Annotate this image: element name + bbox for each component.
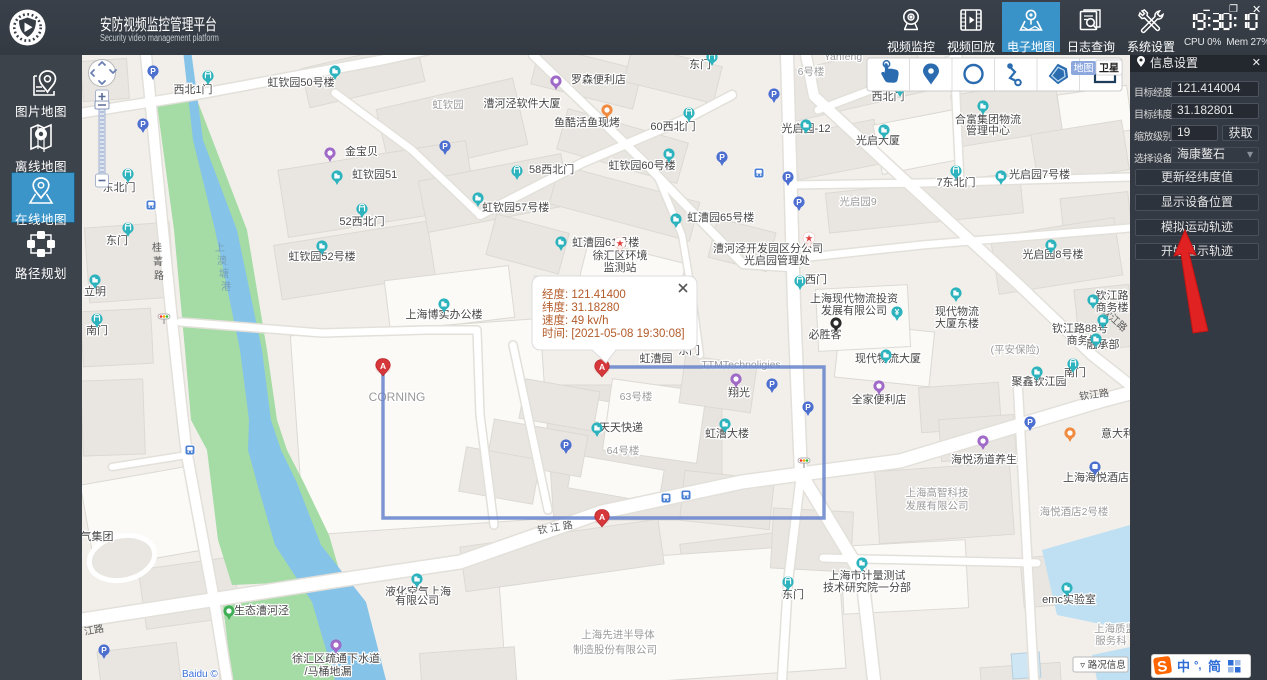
svg-text:58西北门: 58西北门 [529, 162, 574, 176]
svg-text:菁: 菁 [153, 255, 163, 268]
svg-text:虹钦园: 虹钦园 [432, 99, 464, 111]
svg-text:★: ★ [805, 233, 814, 244]
svg-text:CORNING: CORNING [369, 390, 426, 404]
svg-text:上海先进半导体: 上海先进半导体 [581, 628, 655, 641]
svg-text:虹漕园65号楼: 虹漕园65号楼 [687, 210, 754, 224]
svg-text:虹钦园60号楼: 虹钦园60号楼 [608, 158, 675, 172]
svg-text:中: 中 [1177, 659, 1190, 674]
svg-text:时间: [2021-05-08 19:30:08]: 时间: [2021-05-08 19:30:08] [542, 327, 685, 340]
svg-text:光启大厦: 光启大厦 [856, 133, 900, 147]
svg-text:P: P [150, 66, 156, 76]
svg-text:虹钦园51: 虹钦园51 [352, 168, 397, 181]
svg-text:(平安保险): (平安保险) [991, 343, 1040, 356]
svg-text:现代物流: 现代物流 [935, 304, 979, 318]
svg-text:°,: °, [1194, 660, 1201, 672]
svg-text:发展有限公司: 发展有限公司 [906, 499, 969, 512]
svg-text:上海现代物流投资: 上海现代物流投资 [810, 291, 898, 305]
svg-text:经度: 121.41400: 经度: 121.41400 [542, 287, 626, 301]
svg-text:简: 简 [1208, 659, 1221, 674]
svg-text:TTMTechnoligies: TTMTechnoligies [701, 359, 780, 371]
svg-text:卫星: 卫星 [1099, 63, 1119, 75]
svg-text:6号楼: 6号楼 [798, 65, 825, 78]
svg-text:P: P [805, 402, 811, 412]
svg-text:▿ 路况信息: ▿ 路况信息 [1080, 659, 1125, 671]
svg-text:A: A [599, 512, 605, 522]
svg-text:海悦汤道养生: 海悦汤道养生 [951, 452, 1017, 466]
svg-text:大厦东楼: 大厦东楼 [935, 316, 979, 330]
svg-text:P: P [785, 172, 791, 182]
svg-text:东门: 东门 [106, 233, 128, 247]
svg-text:西门: 西门 [805, 272, 827, 286]
svg-text:P: P [442, 141, 448, 151]
svg-text:上: 上 [215, 242, 225, 254]
svg-text:路: 路 [154, 269, 164, 282]
svg-text:东门: 东门 [782, 587, 804, 601]
svg-text:鱼酷活鱼现烤: 鱼酷活鱼现烤 [554, 115, 620, 129]
svg-text:上海高智科技: 上海高智科技 [906, 486, 969, 499]
svg-text:虹钦园57号楼: 虹钦园57号楼 [482, 200, 549, 214]
svg-text:制造股份有限公司: 制造股份有限公司 [573, 643, 657, 656]
svg-text:钦江路: 钦江路 [1096, 289, 1129, 302]
svg-text:虹漕园: 虹漕园 [640, 351, 673, 365]
svg-text:P: P [796, 197, 802, 207]
svg-text:天天快递: 天天快递 [599, 420, 643, 434]
svg-text:合富集团物流: 合富集团物流 [955, 112, 1021, 126]
svg-text:商务楼: 商务楼 [1096, 300, 1129, 314]
svg-text:管理中心: 管理中心 [966, 123, 1010, 137]
svg-text:虹漕园61号楼: 虹漕园61号楼 [572, 235, 639, 249]
svg-text:光启园7号楼: 光启园7号楼 [1009, 167, 1070, 181]
svg-text:漕河泾软件大厦: 漕河泾软件大厦 [484, 96, 561, 110]
svg-text:/马桶地漏: /马桶地漏 [304, 664, 351, 678]
svg-text:翔光: 翔光 [728, 385, 750, 399]
svg-text:P: P [771, 89, 777, 99]
svg-text:技术研究院一分部: 技术研究院一分部 [823, 580, 911, 594]
svg-text:Yanfeng: Yanfeng [824, 55, 862, 63]
svg-text:生态漕河泾: 生态漕河泾 [234, 603, 289, 617]
svg-text:上海市计量测试: 上海市计量测试 [829, 568, 906, 582]
svg-text:64号楼: 64号楼 [607, 444, 640, 457]
svg-text:西北1门: 西北1门 [173, 82, 212, 96]
svg-text:★: ★ [616, 238, 625, 249]
svg-text:emc实验室: emc实验室 [1042, 592, 1096, 606]
svg-text:光启园管理处: 光启园管理处 [744, 253, 810, 267]
svg-text:光启园9: 光启园9 [839, 195, 876, 208]
svg-text:上海质监: 上海质监 [1094, 622, 1130, 635]
svg-text:澳: 澳 [217, 254, 227, 267]
svg-text:Baidu ©: Baidu © [182, 669, 218, 680]
svg-text:服务科: 服务科 [1095, 634, 1127, 647]
svg-text:监测站: 监测站 [604, 260, 637, 274]
svg-text:港: 港 [221, 281, 231, 293]
svg-text:P: P [769, 379, 775, 389]
svg-text:¥: ¥ [895, 308, 900, 317]
svg-text:气集团: 气集团 [82, 529, 114, 543]
svg-text:63号楼: 63号楼 [620, 390, 653, 403]
svg-text:P: P [1027, 417, 1033, 427]
svg-text:A: A [599, 362, 605, 372]
svg-text:罗森便利店: 罗森便利店 [571, 72, 626, 86]
svg-text:虹钦园50号楼: 虹钦园50号楼 [267, 75, 334, 89]
svg-text:金宝贝: 金宝贝 [345, 144, 378, 158]
svg-text:发展有限公司: 发展有限公司 [821, 303, 887, 317]
svg-text:P: P [140, 119, 146, 129]
svg-text:地图: 地图 [1074, 62, 1094, 75]
svg-text:P: P [101, 645, 107, 655]
svg-text:A: A [380, 361, 386, 371]
svg-text:P: P [563, 440, 569, 450]
svg-text:速度: 49 kv/h: 速度: 49 kv/h [542, 313, 608, 327]
svg-text:塘: 塘 [219, 267, 229, 280]
svg-text:P: P [719, 152, 725, 162]
svg-text:有限公司: 有限公司 [395, 593, 439, 607]
svg-text:意大利复合餐: 意大利复合餐 [1101, 426, 1130, 440]
svg-text:桂: 桂 [152, 241, 162, 254]
svg-text:海悦酒店2号楼: 海悦酒店2号楼 [1040, 505, 1109, 518]
svg-text:纬度: 31.18280: 纬度: 31.18280 [542, 300, 619, 314]
